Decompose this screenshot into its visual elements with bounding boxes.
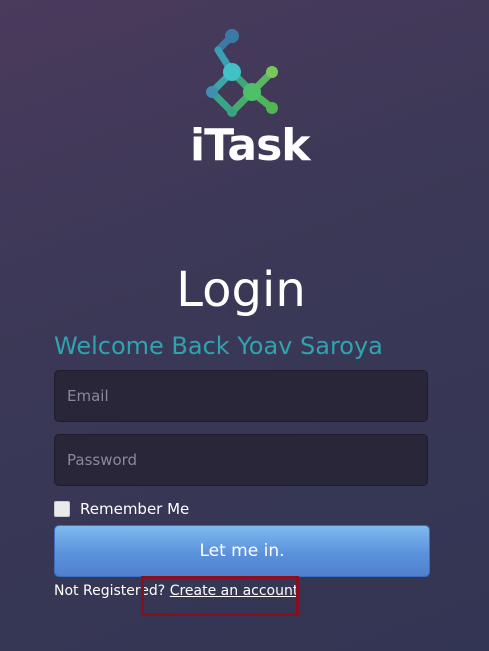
remember-me-row: Remember Me: [54, 500, 189, 518]
highlight-box: [141, 576, 299, 616]
itask-logo: iTask: [186, 28, 311, 171]
page-title: Login: [176, 262, 306, 318]
password-field[interactable]: [54, 434, 428, 486]
molecule-logo-icon: [206, 29, 278, 117]
welcome-message: Welcome Back Yoav Saroya: [54, 332, 383, 360]
email-field[interactable]: [54, 370, 428, 422]
logo-text: iTask: [190, 120, 311, 171]
remember-me-checkbox[interactable]: [54, 501, 70, 517]
login-button[interactable]: Let me in.: [54, 525, 430, 577]
remember-me-label: Remember Me: [80, 500, 190, 518]
